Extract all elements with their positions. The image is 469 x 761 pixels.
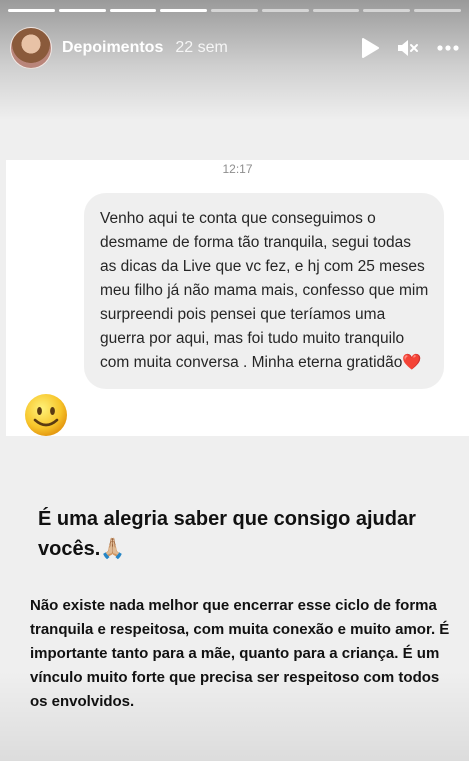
- progress-segment: [160, 9, 208, 12]
- progress-segment: [363, 9, 411, 12]
- username[interactable]: Depoimentos: [62, 39, 163, 57]
- post-time: 22 sem: [175, 39, 228, 56]
- more-options-icon[interactable]: [437, 45, 459, 51]
- progress-segment: [261, 9, 309, 12]
- progress-segment: [58, 9, 106, 12]
- avatar[interactable]: [10, 27, 52, 69]
- header-controls: [361, 38, 459, 58]
- story-progress-bar: [8, 9, 462, 12]
- caption-title: É uma alegria saber que consigo ajudar v…: [38, 508, 416, 560]
- progress-segment: [8, 9, 55, 12]
- progress-segment: [312, 9, 360, 12]
- progress-segment: [211, 9, 258, 12]
- play-icon[interactable]: [361, 38, 379, 58]
- chat-timestamp: 12:17: [222, 162, 253, 176]
- smiling-face-emoji: [24, 393, 68, 437]
- progress-segment: [414, 9, 462, 12]
- progress-segment: [109, 9, 157, 12]
- message-bubble: Venho aqui te conta que conseguimos o de…: [84, 193, 444, 389]
- speaker-muted-icon[interactable]: [397, 38, 419, 58]
- story-viewer[interactable]: Depoimentos 22 sem 12:17 Venho aqui te c…: [0, 0, 469, 761]
- story-header: Depoimentos 22 sem: [10, 26, 459, 70]
- chat-screenshot: 12:17 Venho aqui te conta que conseguimo…: [6, 160, 469, 436]
- bottom-gradient: [0, 671, 469, 761]
